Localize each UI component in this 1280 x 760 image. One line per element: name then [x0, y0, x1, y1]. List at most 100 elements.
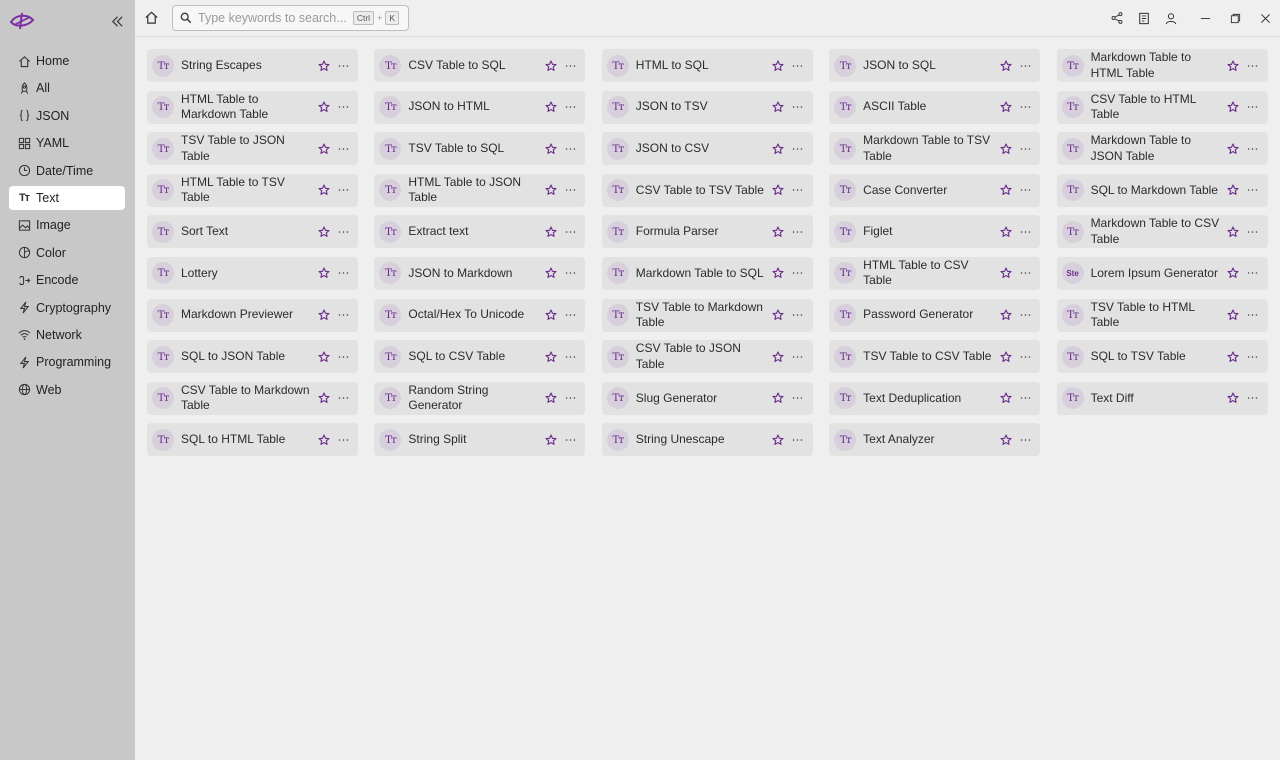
more-options-button[interactable] — [335, 183, 351, 198]
sidebar-item-image[interactable]: Image — [9, 213, 125, 237]
favorite-button[interactable] — [1226, 141, 1241, 156]
tool-card[interactable]: Tт SQL to JSON Table — [147, 340, 358, 374]
tool-card[interactable]: Tт Extract text — [374, 215, 586, 249]
tool-card[interactable]: Tт JSON to TSV — [601, 90, 813, 124]
favorite-button[interactable] — [998, 58, 1013, 73]
tool-card[interactable]: Tт Lottery — [147, 256, 358, 290]
favorite-button[interactable] — [316, 432, 331, 447]
collapse-sidebar-button[interactable] — [108, 12, 126, 30]
favorite-button[interactable] — [1226, 349, 1241, 364]
more-options-button[interactable] — [335, 432, 351, 447]
more-options-button[interactable] — [335, 266, 351, 281]
more-options-button[interactable] — [1245, 141, 1261, 156]
tool-card[interactable]: Tт Random String Generator — [374, 381, 586, 415]
more-options-button[interactable] — [1245, 224, 1261, 239]
tool-card[interactable]: Tт Case Converter — [829, 173, 1041, 207]
search-box[interactable]: Ctrl + K — [172, 5, 409, 31]
tool-card[interactable]: Ste Lorem Ipsum Generator — [1056, 256, 1268, 290]
more-options-button[interactable] — [335, 349, 351, 364]
favorite-button[interactable] — [998, 266, 1013, 281]
more-options-button[interactable] — [1017, 224, 1033, 239]
tool-card[interactable]: Tт CSV Table to HTML Table — [1056, 90, 1268, 124]
tool-card[interactable]: Tт TSV Table to Markdown Table — [601, 298, 813, 332]
favorite-button[interactable] — [543, 308, 558, 323]
more-options-button[interactable] — [562, 58, 578, 73]
favorite-button[interactable] — [543, 141, 558, 156]
favorite-button[interactable] — [998, 141, 1013, 156]
sidebar-item-encode[interactable]: Encode — [9, 268, 125, 292]
more-options-button[interactable] — [790, 141, 806, 156]
tool-card[interactable]: Tт SQL to HTML Table — [147, 423, 358, 457]
favorite-button[interactable] — [1226, 391, 1241, 406]
sidebar-item-programming[interactable]: Programming — [9, 350, 125, 374]
favorite-button[interactable] — [998, 308, 1013, 323]
tool-card[interactable]: Tт String Unescape — [601, 423, 813, 457]
more-options-button[interactable] — [335, 224, 351, 239]
tool-card[interactable]: Tт HTML Table to TSV Table — [147, 173, 358, 207]
more-options-button[interactable] — [335, 308, 351, 323]
tool-card[interactable]: Tт TSV Table to CSV Table — [829, 340, 1041, 374]
tool-card[interactable]: Tт TSV Table to SQL — [374, 132, 586, 166]
tool-card[interactable]: Tт Password Generator — [829, 298, 1041, 332]
tool-card[interactable]: Tт CSV Table to Markdown Table — [147, 381, 358, 415]
favorite-button[interactable] — [998, 349, 1013, 364]
more-options-button[interactable] — [1245, 391, 1261, 406]
home-button[interactable] — [144, 10, 160, 26]
more-options-button[interactable] — [790, 58, 806, 73]
favorite-button[interactable] — [771, 266, 786, 281]
favorite-button[interactable] — [771, 224, 786, 239]
tool-card[interactable]: Tт Text Diff — [1056, 381, 1268, 415]
tool-card[interactable]: Tт Formula Parser — [601, 215, 813, 249]
user-button[interactable] — [1157, 0, 1184, 36]
more-options-button[interactable] — [790, 308, 806, 323]
tool-card[interactable]: Tт JSON to HTML — [374, 90, 586, 124]
more-options-button[interactable] — [335, 391, 351, 406]
more-options-button[interactable] — [335, 141, 351, 156]
tool-card[interactable]: Tт HTML Table to Markdown Table — [147, 90, 358, 124]
close-window-button[interactable] — [1250, 0, 1280, 36]
tool-card[interactable]: Tт Markdown Previewer — [147, 298, 358, 332]
favorite-button[interactable] — [1226, 224, 1241, 239]
favorite-button[interactable] — [998, 183, 1013, 198]
favorite-button[interactable] — [1226, 183, 1241, 198]
share-button[interactable] — [1103, 0, 1130, 36]
favorite-button[interactable] — [316, 58, 331, 73]
favorite-button[interactable] — [771, 432, 786, 447]
more-options-button[interactable] — [1017, 349, 1033, 364]
favorite-button[interactable] — [316, 100, 331, 115]
more-options-button[interactable] — [335, 58, 351, 73]
sidebar-item-color[interactable]: Color — [9, 241, 125, 265]
more-options-button[interactable] — [562, 349, 578, 364]
tool-card[interactable]: Tт String Split — [374, 423, 586, 457]
more-options-button[interactable] — [562, 183, 578, 198]
tool-card[interactable]: Tт Markdown Table to HTML Table — [1056, 49, 1268, 82]
tool-card[interactable]: Tт Markdown Table to TSV Table — [829, 132, 1041, 166]
favorite-button[interactable] — [1226, 266, 1241, 281]
tool-card[interactable]: Tт CSV Table to SQL — [374, 49, 586, 82]
more-options-button[interactable] — [1017, 391, 1033, 406]
sidebar-item-date-time[interactable]: Date/Time — [9, 159, 125, 183]
more-options-button[interactable] — [1245, 58, 1261, 73]
favorite-button[interactable] — [771, 349, 786, 364]
favorite-button[interactable] — [543, 266, 558, 281]
more-options-button[interactable] — [1245, 308, 1261, 323]
favorite-button[interactable] — [998, 100, 1013, 115]
favorite-button[interactable] — [543, 349, 558, 364]
favorite-button[interactable] — [316, 349, 331, 364]
more-options-button[interactable] — [562, 391, 578, 406]
more-options-button[interactable] — [562, 432, 578, 447]
tool-card[interactable]: Tт JSON to SQL — [829, 49, 1041, 82]
tool-card[interactable]: Tт HTML Table to CSV Table — [829, 256, 1041, 290]
favorite-button[interactable] — [1226, 100, 1241, 115]
more-options-button[interactable] — [562, 100, 578, 115]
more-options-button[interactable] — [1017, 308, 1033, 323]
favorite-button[interactable] — [543, 224, 558, 239]
favorite-button[interactable] — [543, 100, 558, 115]
minimize-button[interactable] — [1190, 0, 1220, 36]
sidebar-item-all[interactable]: All — [9, 76, 125, 100]
document-button[interactable] — [1130, 0, 1157, 36]
tool-card[interactable]: Tт Octal/Hex To Unicode — [374, 298, 586, 332]
tool-card[interactable]: Tт JSON to Markdown — [374, 256, 586, 290]
more-options-button[interactable] — [335, 100, 351, 115]
tool-card[interactable]: Tт Text Deduplication — [829, 381, 1041, 415]
